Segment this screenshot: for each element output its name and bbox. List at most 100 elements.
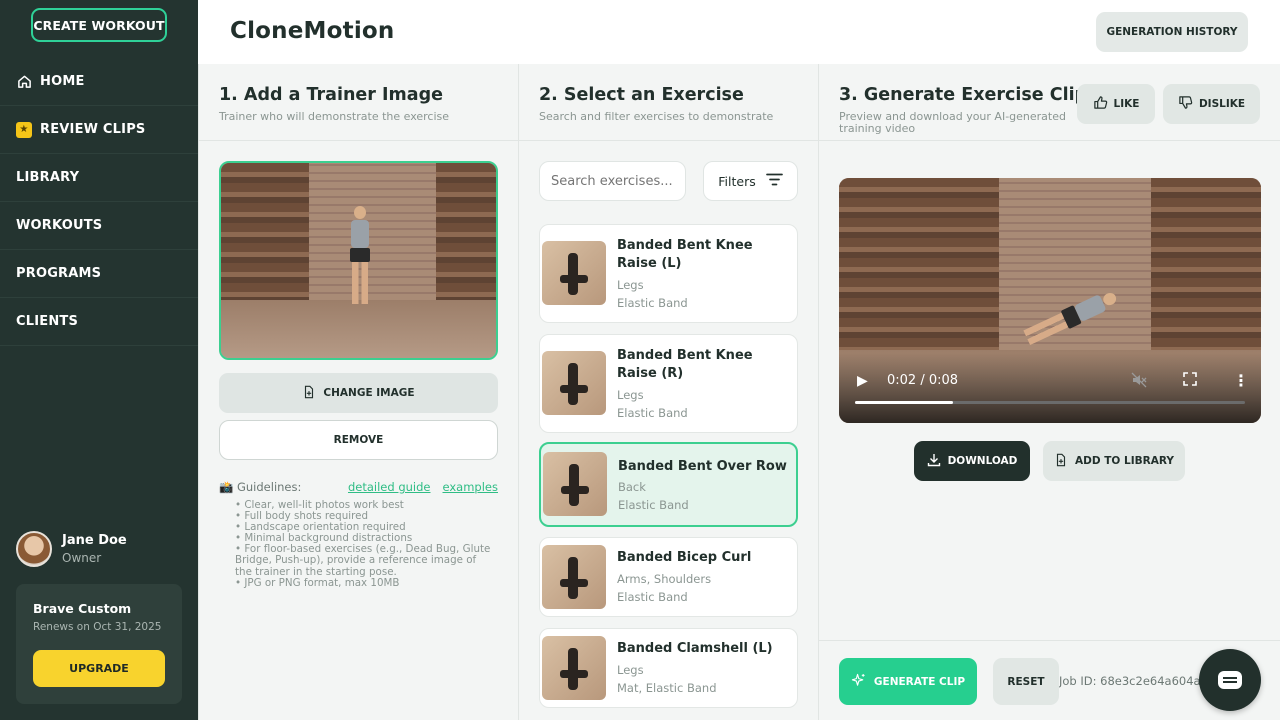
add-to-library-label: ADD TO LIBRARY bbox=[1075, 455, 1174, 467]
guidelines-label: Guidelines: bbox=[236, 480, 302, 494]
play-icon[interactable]: ▶ bbox=[857, 373, 868, 389]
sidebar-item-label: CLIENTS bbox=[16, 314, 79, 329]
video-time: 0:02 / 0:08 bbox=[887, 373, 959, 388]
sidebar-item-review-clips[interactable]: ★ REVIEW CLIPS bbox=[0, 106, 198, 154]
panel-subtitle: Trainer who will demonstrate the exercis… bbox=[219, 110, 450, 123]
home-icon bbox=[16, 74, 32, 90]
examples-link[interactable]: examples bbox=[443, 480, 499, 494]
guidelines-list: • Clear, well-lit photos work best • Ful… bbox=[235, 499, 495, 589]
exercise-thumbnail bbox=[542, 351, 606, 415]
sidebar-item-home[interactable]: HOME bbox=[0, 58, 198, 106]
exercise-muscle: Arms, Shoulders bbox=[617, 572, 712, 586]
change-image-label: CHANGE IMAGE bbox=[323, 387, 415, 399]
guideline-item: • For floor-based exercises (e.g., Dead … bbox=[235, 543, 491, 578]
exercise-muscle: Legs bbox=[617, 388, 644, 402]
generate-panel: 3. Generate Exercise Clip Preview and do… bbox=[818, 64, 1280, 720]
sparkle-icon bbox=[851, 673, 866, 691]
exercise-panel: 2. Select an Exercise Search and filter … bbox=[518, 64, 818, 720]
guideline-item: • JPG or PNG format, max 10MB bbox=[235, 576, 400, 589]
user-name: Jane Doe bbox=[62, 533, 127, 548]
exercise-card-selected[interactable]: Banded Bent Over Row Back Elastic Band bbox=[539, 442, 798, 527]
panel-header: 2. Select an Exercise Search and filter … bbox=[519, 64, 818, 141]
file-add-icon bbox=[1054, 453, 1068, 470]
exercise-thumbnail bbox=[542, 545, 606, 609]
exercise-card[interactable]: Banded Clamshell (L) Legs Mat, Elastic B… bbox=[539, 628, 798, 708]
exercise-name: Banded Bicep Curl bbox=[617, 550, 752, 565]
exercise-equipment: Elastic Band bbox=[618, 498, 689, 512]
plan-name: Brave Custom bbox=[33, 601, 132, 616]
sidebar-item-label: WORKOUTS bbox=[16, 218, 103, 233]
user-profile[interactable]: Jane Doe Owner bbox=[16, 531, 127, 567]
exercise-card[interactable]: Banded Bent Knee Raise (L) Legs Elastic … bbox=[539, 224, 798, 323]
dislike-label: DISLIKE bbox=[1198, 98, 1246, 110]
star-icon: ★ bbox=[16, 121, 32, 138]
dislike-button[interactable]: DISLIKE bbox=[1163, 84, 1260, 124]
exercise-thumbnail bbox=[543, 452, 607, 516]
detailed-guide-link[interactable]: detailed guide bbox=[348, 480, 431, 494]
sidebar-item-label: HOME bbox=[40, 74, 85, 89]
chat-icon bbox=[1218, 671, 1242, 689]
like-label: LIKE bbox=[1113, 98, 1140, 110]
exercise-muscle: Legs bbox=[617, 278, 644, 292]
exercise-card[interactable]: Banded Bent Knee Raise (R) Legs Elastic … bbox=[539, 334, 798, 433]
create-workout-button[interactable]: CREATE WORKOUT bbox=[31, 8, 167, 42]
panel-header: 3. Generate Exercise Clip Preview and do… bbox=[819, 64, 1280, 141]
panel-header: 1. Add a Trainer Image Trainer who will … bbox=[199, 64, 518, 141]
video-progress-bar[interactable] bbox=[855, 401, 1245, 404]
more-options-icon[interactable]: ⋮ bbox=[1233, 371, 1249, 390]
plan-renewal: Renews on Oct 31, 2025 bbox=[33, 621, 162, 633]
exercise-name: Banded Clamshell (L) bbox=[617, 641, 773, 656]
add-to-library-button[interactable]: ADD TO LIBRARY bbox=[1043, 441, 1185, 481]
sidebar: CREATE WORKOUT HOME ★ REVIEW CLIPS LIBRA… bbox=[0, 0, 198, 720]
download-label: DOWNLOAD bbox=[947, 455, 1018, 467]
panel-title: 2. Select an Exercise bbox=[539, 85, 744, 105]
exercise-name: Banded Bent Over Row bbox=[618, 459, 787, 474]
exercise-muscle: Back bbox=[618, 480, 646, 494]
video-controls: ▶ 0:02 / 0:08 ⋮ bbox=[839, 353, 1261, 423]
user-role: Owner bbox=[62, 551, 102, 565]
app-title: CloneMotion bbox=[230, 18, 395, 44]
change-image-button[interactable]: CHANGE IMAGE bbox=[219, 373, 498, 413]
exercise-name: Banded Bent Knee Raise (L) bbox=[617, 238, 753, 271]
exercise-thumbnail bbox=[542, 241, 606, 305]
exercise-muscle: Legs bbox=[617, 663, 644, 677]
panel-title: 1. Add a Trainer Image bbox=[219, 85, 443, 105]
exercise-equipment: Elastic Band bbox=[617, 406, 688, 420]
thumbs-up-icon bbox=[1093, 95, 1108, 113]
guidelines-header: 📸 Guidelines: detailed guide examples bbox=[219, 480, 498, 494]
camera-icon: 📸 bbox=[219, 480, 234, 494]
download-icon bbox=[927, 453, 941, 470]
panel-subtitle: Search and filter exercises to demonstra… bbox=[539, 110, 774, 123]
avatar bbox=[16, 531, 52, 567]
generate-clip-button[interactable]: GENERATE CLIP bbox=[839, 658, 977, 705]
filters-button[interactable]: Filters bbox=[703, 161, 798, 201]
fullscreen-icon[interactable] bbox=[1183, 372, 1197, 390]
reset-button[interactable]: RESET bbox=[993, 658, 1059, 705]
generation-history-button[interactable]: GENERATION HISTORY bbox=[1096, 12, 1248, 52]
trainer-image[interactable] bbox=[219, 161, 498, 360]
sidebar-item-label: PROGRAMS bbox=[16, 266, 102, 281]
sidebar-item-workouts[interactable]: WORKOUTS bbox=[0, 202, 198, 250]
video-player[interactable]: ▶ 0:02 / 0:08 ⋮ bbox=[839, 178, 1261, 423]
like-button[interactable]: LIKE bbox=[1077, 84, 1155, 124]
mute-icon[interactable] bbox=[1131, 372, 1147, 392]
search-input[interactable] bbox=[539, 161, 686, 201]
sidebar-item-label: LIBRARY bbox=[16, 170, 80, 185]
sidebar-item-library[interactable]: LIBRARY bbox=[0, 154, 198, 202]
sidebar-item-programs[interactable]: PROGRAMS bbox=[0, 250, 198, 298]
upgrade-button[interactable]: UPGRADE bbox=[33, 650, 165, 687]
exercise-equipment: Elastic Band bbox=[617, 590, 688, 604]
exercise-card[interactable]: Banded Bicep Curl Arms, Shoulders Elasti… bbox=[539, 537, 798, 617]
panel-subtitle: Preview and download your AI-generated t… bbox=[839, 110, 1066, 135]
exercise-thumbnail bbox=[542, 636, 606, 700]
video-progress-fill bbox=[855, 401, 953, 404]
sidebar-item-clients[interactable]: CLIENTS bbox=[0, 298, 198, 346]
exercise-equipment: Elastic Band bbox=[617, 296, 688, 310]
chat-launcher-button[interactable] bbox=[1199, 649, 1261, 711]
remove-image-button[interactable]: REMOVE bbox=[219, 420, 498, 460]
filter-icon bbox=[765, 173, 783, 189]
download-button[interactable]: DOWNLOAD bbox=[914, 441, 1030, 481]
trainer-image-panel: 1. Add a Trainer Image Trainer who will … bbox=[198, 64, 518, 720]
plan-card: Brave Custom Renews on Oct 31, 2025 UPGR… bbox=[16, 584, 182, 704]
filters-label: Filters bbox=[718, 173, 756, 189]
